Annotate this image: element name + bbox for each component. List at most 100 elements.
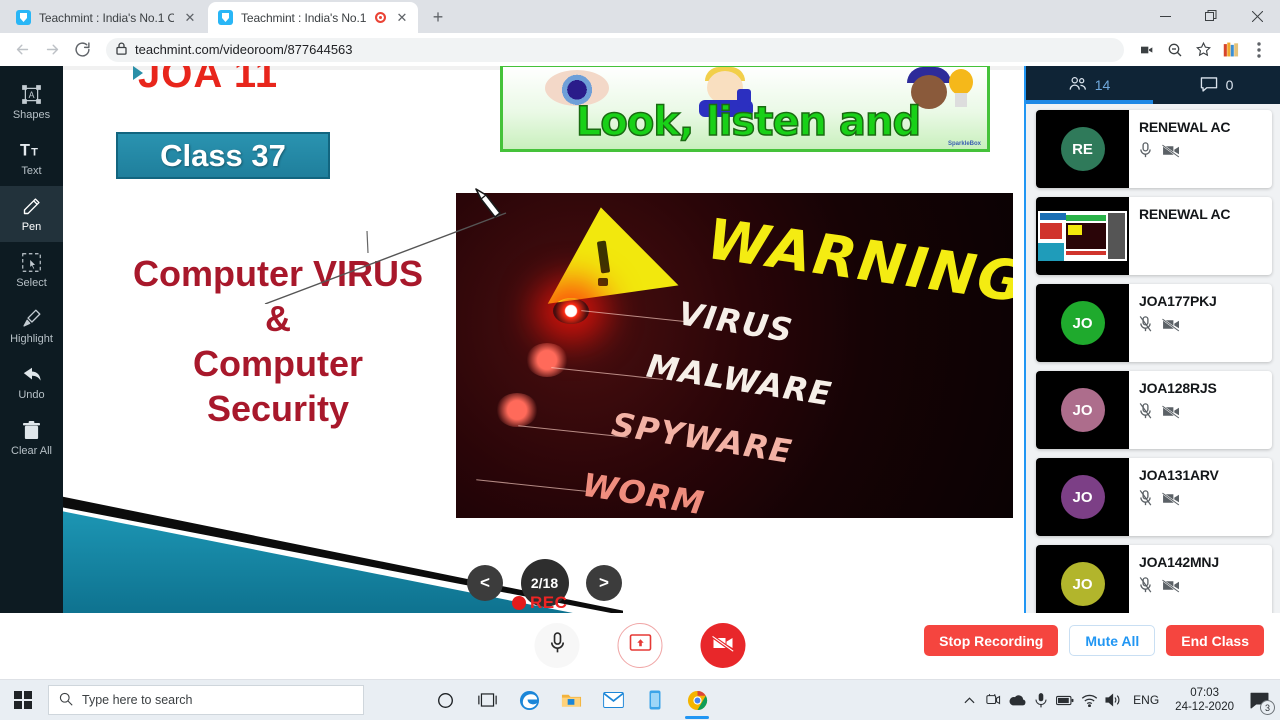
mic-icon bbox=[549, 632, 565, 659]
explorer-icon[interactable] bbox=[550, 680, 592, 720]
pen-icon bbox=[21, 196, 42, 218]
chrome-icon[interactable] bbox=[676, 680, 718, 720]
chevron-up-icon[interactable] bbox=[957, 680, 981, 720]
webcam-icon[interactable] bbox=[981, 680, 1005, 720]
bookmark-star-icon[interactable] bbox=[1190, 37, 1216, 63]
cortana-icon[interactable] bbox=[424, 680, 466, 720]
next-slide-button[interactable]: > bbox=[586, 565, 622, 601]
mic-off-icon bbox=[1139, 490, 1152, 511]
close-icon[interactable]: ✕ bbox=[182, 10, 198, 26]
clock-date: 24-12-2020 bbox=[1175, 701, 1234, 713]
screen-share-preview bbox=[1038, 211, 1127, 261]
svg-text:A: A bbox=[29, 90, 35, 100]
participant-card[interactable]: JO JOA128RJS bbox=[1036, 371, 1272, 449]
browser-tab-1[interactable]: Teachmint : India's No.1 Online ✕ bbox=[6, 2, 206, 33]
tool-highlight[interactable]: Highlight bbox=[0, 298, 63, 354]
chat-count: 0 bbox=[1225, 77, 1234, 93]
edge-icon[interactable] bbox=[508, 680, 550, 720]
avatar: JO bbox=[1060, 301, 1105, 345]
close-icon[interactable]: ✕ bbox=[394, 10, 410, 26]
close-icon[interactable] bbox=[1234, 0, 1280, 32]
forward-arrow-icon[interactable] bbox=[38, 36, 66, 64]
stop-share-button[interactable] bbox=[617, 623, 663, 668]
address-bar[interactable]: teachmint.com/videoroom/877644563 bbox=[106, 37, 1124, 62]
banner-text: Look, listen and learn! bbox=[575, 98, 922, 149]
pen-cursor-icon bbox=[475, 188, 501, 218]
wifi-icon[interactable] bbox=[1077, 680, 1101, 720]
stop-recording-button[interactable]: Stop Recording bbox=[924, 625, 1059, 656]
back-arrow-icon[interactable] bbox=[8, 36, 36, 64]
clock[interactable]: 07:03 24-12-2020 bbox=[1167, 686, 1242, 714]
windows-start-icon[interactable] bbox=[0, 680, 46, 720]
participant-thumbnail: JO bbox=[1036, 371, 1129, 449]
mic-off-icon bbox=[1139, 577, 1152, 598]
new-tab-button[interactable]: + bbox=[424, 3, 452, 31]
slide-joa-heading: JOA 11 bbox=[138, 66, 279, 96]
select-icon bbox=[21, 252, 42, 274]
participant-card[interactable]: JO JOA131ARV bbox=[1036, 458, 1272, 536]
maximize-icon[interactable] bbox=[1188, 0, 1234, 32]
task-view-icon[interactable] bbox=[466, 680, 508, 720]
tool-shapes[interactable]: A Shapes bbox=[0, 74, 63, 130]
tab-title: Teachmint : India's No.1 Onl bbox=[241, 10, 367, 25]
microphone-icon[interactable] bbox=[1029, 680, 1053, 720]
avatar-initials: JO bbox=[1072, 575, 1093, 593]
zoom-out-icon[interactable] bbox=[1162, 37, 1188, 63]
mic-toggle-button[interactable] bbox=[534, 623, 580, 668]
reload-icon[interactable] bbox=[68, 36, 96, 64]
tool-pen[interactable]: Pen bbox=[0, 186, 63, 242]
onedrive-icon[interactable] bbox=[1005, 680, 1029, 720]
look-listen-learn-banner: Look, listen and learn! SparkleBox bbox=[500, 66, 990, 152]
tab-chat[interactable]: 0 bbox=[1153, 66, 1280, 104]
tool-text[interactable]: T T Text bbox=[0, 130, 63, 186]
chrome-menu-icon[interactable] bbox=[1246, 37, 1272, 63]
camera-toggle-button[interactable] bbox=[700, 623, 746, 668]
avatar: JO bbox=[1060, 562, 1105, 606]
avatar: JO bbox=[1060, 388, 1105, 432]
mail-icon[interactable] bbox=[592, 680, 634, 720]
avatar: RE bbox=[1060, 127, 1105, 171]
participant-card[interactable]: RENEWAL AC bbox=[1036, 197, 1272, 275]
notification-center-button[interactable]: 3 bbox=[1242, 680, 1276, 720]
end-class-button[interactable]: End Class bbox=[1166, 625, 1264, 656]
tool-clear-all[interactable]: Clear All bbox=[0, 410, 63, 466]
tab-participants[interactable]: 14 bbox=[1026, 66, 1153, 104]
text-icon: T T bbox=[20, 140, 44, 162]
participant-card[interactable]: JO JOA177PKJ bbox=[1036, 284, 1272, 362]
photo-label-malware: MALWARE bbox=[644, 346, 835, 414]
participants-sidebar: 14 0 RE RENEWAL AC RENEWAL AC JO JOA177P… bbox=[1024, 66, 1280, 613]
svg-text:T: T bbox=[31, 147, 38, 159]
highlight-icon bbox=[21, 308, 42, 330]
mute-all-button[interactable]: Mute All bbox=[1069, 625, 1156, 656]
taskbar-search-input[interactable]: Type here to search bbox=[48, 685, 364, 715]
lock-icon bbox=[116, 41, 127, 58]
camera-off-icon bbox=[1161, 578, 1181, 598]
language-indicator[interactable]: ENG bbox=[1125, 693, 1167, 707]
camera-off-icon bbox=[1161, 143, 1181, 163]
whiteboard-slide-canvas[interactable]: JOA 11 Class 37 Look, listen and learn! … bbox=[63, 66, 1024, 613]
participants-list[interactable]: RE RENEWAL AC RENEWAL AC JO JOA177PKJ JO… bbox=[1026, 104, 1280, 613]
camera-off-icon bbox=[1161, 404, 1181, 424]
tool-label: Pen bbox=[21, 220, 42, 233]
minimize-icon[interactable] bbox=[1142, 0, 1188, 32]
warning-malware-photo: WARNING VIRUS MALWARE SPYWARE WORM bbox=[456, 193, 1013, 518]
volume-icon[interactable] bbox=[1101, 680, 1125, 720]
browser-tab-2[interactable]: Teachmint : India's No.1 Onl ✕ bbox=[208, 2, 418, 33]
photo-label-virus: VIRUS bbox=[675, 294, 796, 350]
participant-thumbnail: JO bbox=[1036, 458, 1129, 536]
tool-select[interactable]: Select bbox=[0, 242, 63, 298]
tool-undo[interactable]: Undo bbox=[0, 354, 63, 410]
camera-icon[interactable] bbox=[1134, 37, 1160, 63]
participant-name: RENEWAL AC bbox=[1139, 119, 1231, 135]
participant-card[interactable]: RE RENEWAL AC bbox=[1036, 110, 1272, 188]
prev-slide-button[interactable]: < bbox=[467, 565, 503, 601]
participant-card[interactable]: JO JOA142MNJ bbox=[1036, 545, 1272, 613]
store-icon[interactable] bbox=[634, 680, 676, 720]
participant-name: RENEWAL AC bbox=[1139, 206, 1231, 222]
extension-books-icon[interactable] bbox=[1218, 37, 1244, 63]
tab-recording-indicator-icon[interactable] bbox=[375, 12, 386, 23]
battery-icon[interactable] bbox=[1053, 680, 1077, 720]
clock-time: 07:03 bbox=[1190, 687, 1219, 699]
participants-count: 14 bbox=[1094, 77, 1111, 93]
shapes-icon: A bbox=[21, 84, 42, 106]
